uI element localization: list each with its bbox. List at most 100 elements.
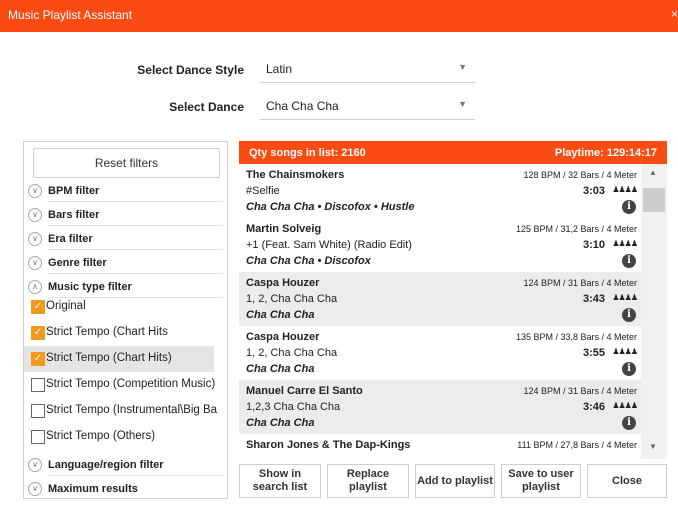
info-icon[interactable]: i — [622, 254, 636, 268]
song-row[interactable]: Sharon Jones & The Dap-Kings 111 BPM / 2… — [239, 434, 641, 459]
checkbox-strict-tempo-chart-hits[interactable]: ✓ Strict Tempo (Chart Hits — [24, 320, 214, 346]
close-button[interactable]: Close — [587, 464, 667, 498]
chevron-down-icon: ▼ — [458, 99, 467, 109]
add-to-playlist-button[interactable]: Add to playlist — [415, 464, 495, 498]
accordion-label: Language/region filter — [48, 459, 164, 471]
save-to-user-playlist-button[interactable]: Save to user playlist — [501, 464, 581, 498]
song-row[interactable]: Caspa Houzer 1, 2, Cha Cha Cha Cha Cha C… — [239, 272, 641, 326]
window-close-icon[interactable]: × — [671, 7, 678, 21]
accordion-era-filter[interactable]: ∨ Era filter — [24, 228, 227, 250]
chevron-down-icon: ∨ — [28, 184, 42, 198]
checkbox-label: Strict Tempo (Others) — [46, 430, 156, 442]
song-artist: Sharon Jones & The Dap-Kings — [246, 439, 411, 451]
checkbox-strict-tempo-others[interactable]: Strict Tempo (Others) — [24, 424, 214, 450]
song-artist: Caspa Houzer — [246, 277, 320, 289]
checkbox-original[interactable]: ✓ Original — [24, 294, 214, 320]
dance-value: Cha Cha Cha — [266, 99, 339, 113]
chevron-down-icon: ∨ — [28, 458, 42, 472]
dance-style-label: Select Dance Style — [137, 63, 244, 77]
accordion-label: Era filter — [48, 233, 93, 245]
song-duration: 3:10 — [582, 239, 605, 251]
song-duration: 3:55 — [582, 347, 605, 359]
checkbox-strict-tempo-competition[interactable]: Strict Tempo (Competition Music) — [24, 372, 216, 398]
checkbox-strict-tempo-instrumental[interactable]: Strict Tempo (Instrumental\Big Ba — [24, 398, 218, 424]
dancers-icon: ♟♟♟♟ — [612, 293, 638, 302]
dancers-icon: ♟♟♟♟ — [612, 185, 638, 194]
info-icon[interactable]: i — [622, 200, 636, 214]
dance-select[interactable]: Cha Cha Cha ▼ — [260, 93, 475, 120]
accordion-label: Music type filter — [48, 281, 132, 293]
accordion-label: Bars filter — [48, 209, 100, 221]
accordion-label: BPM filter — [48, 185, 100, 197]
checkbox-unchecked-icon — [31, 430, 45, 444]
dance-style-value: Latin — [266, 62, 293, 76]
accordion-genre-filter[interactable]: ∨ Genre filter — [24, 252, 227, 274]
song-bpm: 111 BPM / 27,8 Bars / 4 Meter — [517, 440, 637, 450]
dance-style-select[interactable]: Latin ▼ — [260, 56, 475, 83]
song-duration: 3:03 — [582, 185, 605, 197]
scroll-down-icon[interactable]: ▼ — [649, 442, 657, 451]
playlist-header: Qty songs in list: 2160 Playtime: 129:14… — [239, 141, 667, 164]
accordion-bars-filter[interactable]: ∨ Bars filter — [24, 204, 227, 226]
info-icon[interactable]: i — [622, 416, 636, 430]
scrollbar-thumb[interactable] — [643, 188, 665, 212]
song-row[interactable]: Caspa Houzer 1, 2, Cha Cha Cha Cha Cha C… — [239, 326, 641, 380]
song-title: 1,2,3 Cha Cha Cha — [246, 401, 341, 413]
song-count: Qty songs in list: 2160 — [249, 147, 366, 159]
scroll-up-icon[interactable]: ▲ — [649, 168, 657, 177]
song-dances: Cha Cha Cha — [246, 309, 315, 321]
checkbox-checked-icon: ✓ — [31, 300, 45, 314]
song-artist: The Chainsmokers — [246, 169, 345, 181]
accordion-maximum-results[interactable]: ∨ Maximum results — [24, 478, 227, 500]
song-dances: Cha Cha Cha • Discofox — [246, 255, 371, 267]
chevron-down-icon: ∨ — [28, 208, 42, 222]
chevron-down-icon: ∨ — [28, 256, 42, 270]
song-bpm: 135 BPM / 33,8 Bars / 4 Meter — [515, 332, 637, 342]
song-title: 1, 2, Cha Cha Cha — [246, 347, 338, 359]
chevron-down-icon: ▼ — [458, 62, 467, 72]
song-list[interactable]: The Chainsmokers #Selfie Cha Cha Cha • D… — [239, 164, 667, 459]
checkbox-label: Strict Tempo (Chart Hits — [46, 326, 168, 338]
reset-filters-button[interactable]: Reset filters — [33, 148, 220, 178]
dancers-icon: ♟♟♟♟ — [612, 401, 638, 410]
song-bpm: 125 BPM / 31,2 Bars / 4 Meter — [515, 224, 637, 234]
song-dances: Cha Cha Cha — [246, 363, 315, 375]
checkbox-label: Strict Tempo (Competition Music) — [46, 378, 216, 390]
song-title: +1 (Feat. Sam White) (Radio Edit) — [246, 239, 412, 251]
playtime: Playtime: 129:14:17 — [554, 147, 657, 159]
checkbox-label: Strict Tempo (Chart Hits) — [46, 352, 172, 364]
checkbox-label: Strict Tempo (Instrumental\Big Ba — [46, 404, 218, 416]
song-row[interactable]: Manuel Carre El Santo 1,2,3 Cha Cha Cha … — [239, 380, 641, 434]
dance-label: Select Dance — [169, 100, 244, 114]
replace-playlist-button[interactable]: Replace playlist — [327, 464, 409, 498]
filter-panel: Reset filters ∨ BPM filter ∨ Bars filter… — [23, 141, 228, 499]
checkbox-unchecked-icon — [31, 404, 45, 418]
checkbox-checked-icon: ✓ — [31, 352, 45, 366]
checkbox-checked-icon: ✓ — [31, 326, 45, 340]
accordion-language-region-filter[interactable]: ∨ Language/region filter — [24, 454, 227, 476]
song-artist: Caspa Houzer — [246, 331, 320, 343]
dancers-icon: ♟♟♟♟ — [612, 347, 638, 356]
accordion-label: Maximum results — [48, 483, 138, 495]
song-duration: 3:43 — [582, 293, 605, 305]
checkbox-unchecked-icon — [31, 378, 45, 392]
song-title: 1, 2, Cha Cha Cha — [246, 293, 338, 305]
accordion-bpm-filter[interactable]: ∨ BPM filter — [24, 180, 227, 202]
song-duration: 3:46 — [582, 401, 605, 413]
song-row[interactable]: Martin Solveig +1 (Feat. Sam White) (Rad… — [239, 218, 641, 272]
song-row[interactable]: The Chainsmokers #Selfie Cha Cha Cha • D… — [239, 164, 641, 218]
song-artist: Manuel Carre El Santo — [246, 385, 363, 397]
playlist-scrollbar[interactable]: ▲ ▼ — [641, 164, 667, 459]
info-icon[interactable]: i — [622, 308, 636, 322]
show-in-search-list-button[interactable]: Show in search list — [239, 464, 321, 498]
checkbox-strict-tempo-chart-hits-2[interactable]: ✓ Strict Tempo (Chart Hits) — [24, 346, 214, 372]
app-title: Music Playlist Assistant — [8, 8, 133, 22]
title-bar: Music Playlist Assistant × — [0, 0, 678, 32]
info-icon[interactable]: i — [622, 362, 636, 376]
chevron-up-icon: ∧ — [28, 280, 42, 294]
chevron-down-icon: ∨ — [28, 232, 42, 246]
song-artist: Martin Solveig — [246, 223, 322, 235]
accordion-label: Genre filter — [48, 257, 107, 269]
dancers-icon: ♟♟♟♟ — [612, 239, 638, 248]
song-dances: Cha Cha Cha • Discofox • Hustle — [246, 201, 415, 213]
